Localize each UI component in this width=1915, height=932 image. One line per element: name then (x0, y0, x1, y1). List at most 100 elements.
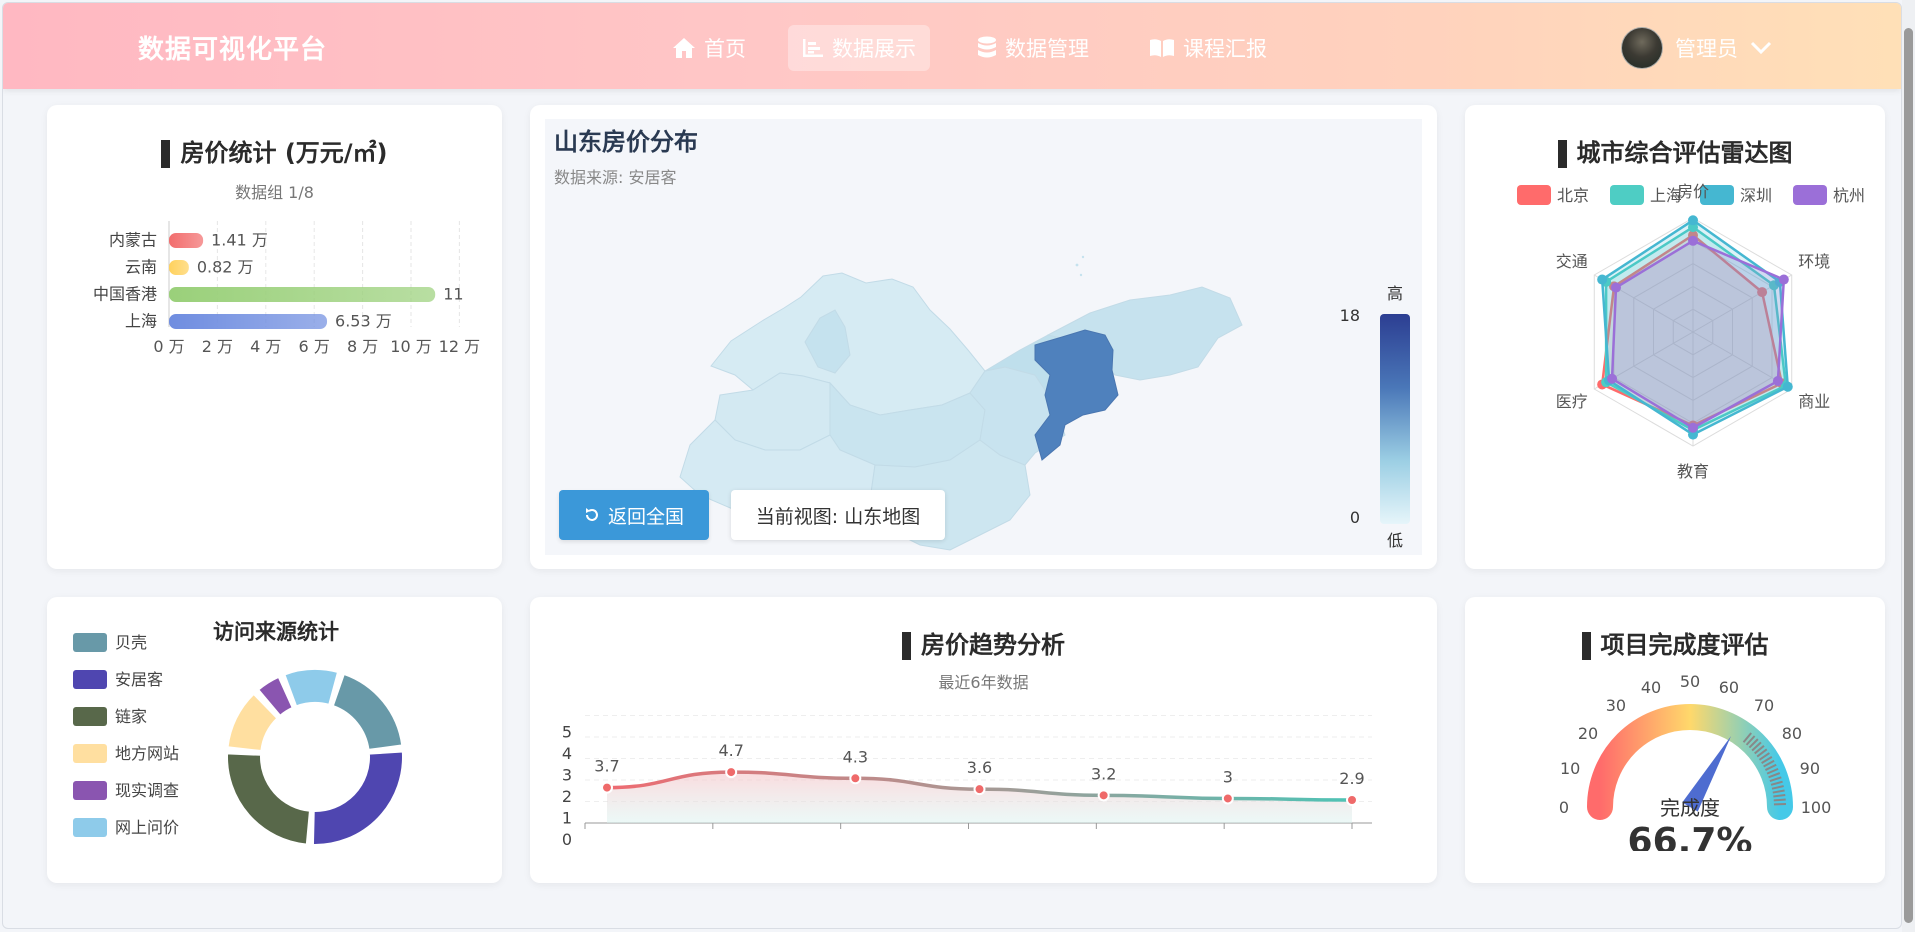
bar-category-label: 上海 (125, 312, 157, 331)
trend-value-label: 3.7 (594, 757, 619, 776)
nav-label-home: 首页 (704, 37, 746, 61)
bar-category-label: 内蒙古 (109, 231, 157, 250)
trend-value-label: 3.2 (1091, 764, 1116, 783)
visit-source-title: 访问来源统计 (213, 620, 339, 644)
pie-slice[interactable] (311, 750, 404, 846)
bar-x-tick-label: 12 万 (439, 337, 480, 356)
radar-legend-swatch[interactable] (1517, 185, 1551, 205)
trend-point[interactable] (601, 781, 613, 794)
bar-category-label: 云南 (125, 258, 157, 277)
pie-legend-swatch[interactable] (73, 744, 107, 763)
nav-item-data-manage[interactable]: 数据管理 (963, 25, 1103, 71)
pie-legend-label[interactable]: 网上问价 (115, 818, 179, 837)
bar-0[interactable] (169, 233, 204, 248)
pie-legend-label[interactable]: 地方网站 (115, 744, 179, 763)
gauge-tick-label: 90 (1800, 759, 1820, 778)
trend-point[interactable] (725, 766, 738, 779)
bar-2[interactable] (169, 287, 436, 302)
gauge-value: 66.7% (1628, 821, 1753, 851)
avatar (1621, 27, 1663, 69)
radar-point[interactable] (1610, 282, 1621, 293)
map-island-dot (1079, 273, 1083, 277)
pie-slice[interactable] (226, 752, 311, 846)
radar-point[interactable] (1688, 422, 1698, 433)
price-trend-area-chart: 0 1 2 3 4 5 3.7 4.7 4.3 3.6 3.2 3 2.9 (562, 715, 1372, 849)
trend-value-label: 4.3 (843, 747, 868, 766)
trend-y-tick-label: 5 (562, 723, 572, 742)
trend-value-label: 3.6 (967, 758, 992, 777)
radar-legend-swatch[interactable] (1793, 185, 1827, 205)
pie-legend-label[interactable]: 贝壳 (115, 633, 147, 652)
radar-indicator-label: 商业 (1798, 392, 1830, 411)
chevron-down-icon (1750, 41, 1772, 55)
app-frame: 数据可视化平台 首页 数据展示 数据管理 课程汇报 管理员 房价统计 (万元/㎡… (2, 2, 1902, 929)
bar-value-label: 6.53 万 (335, 312, 392, 331)
pie-slice[interactable] (331, 672, 404, 751)
pie-legend-swatch[interactable] (73, 781, 107, 800)
trend-value-label: 4.7 (718, 741, 743, 760)
radar-legend-swatch[interactable] (1610, 185, 1644, 205)
radar-legend-label[interactable]: 杭州 (1833, 186, 1865, 205)
pie-legend-label[interactable]: 链家 (115, 707, 147, 726)
map-legend-gradient[interactable] (1380, 314, 1410, 524)
trend-point[interactable] (1221, 792, 1234, 805)
radar-indicator-label: 环境 (1798, 252, 1830, 271)
map-legend-min: 0 (1350, 508, 1360, 527)
user-name: 管理员 (1675, 37, 1738, 61)
pie-legend-swatch[interactable] (73, 670, 107, 689)
nav-item-home[interactable]: 首页 (658, 25, 760, 71)
nav-item-course-report[interactable]: 课程汇报 (1135, 25, 1281, 71)
trend-y-tick-label: 3 (562, 766, 572, 785)
user-menu[interactable]: 管理员 (1621, 27, 1772, 69)
gauge-tick-label: 10 (1560, 759, 1580, 778)
radar-card: 城市综合评估雷达图 北京 上海 深圳 杭州 房价 环境 商业 教育 医疗 交通 (1465, 105, 1885, 569)
top-navbar: 数据可视化平台 首页 数据展示 数据管理 课程汇报 管理员 (3, 3, 1901, 89)
radar-indicator-label: 房价 (1677, 182, 1709, 201)
database-icon (978, 36, 996, 58)
radar-point[interactable] (1597, 274, 1608, 285)
map-legend-max: 18 (1340, 306, 1360, 325)
trend-point[interactable] (1097, 789, 1110, 802)
trend-point[interactable] (849, 772, 862, 785)
radar-legend-label[interactable]: 北京 (1557, 186, 1589, 205)
scrollbar-thumb[interactable] (1904, 28, 1913, 923)
radar-indicator-label: 医疗 (1556, 392, 1588, 411)
bar-value-label: 11 (443, 285, 463, 304)
radar-point[interactable] (1607, 373, 1618, 384)
map-legend-high: 高 (1387, 284, 1403, 303)
trend-card: 房价趋势分析 最近6年数据 0 1 2 3 4 5 3.7 4.7 4.3 3.6 3.2 3 2.9 (530, 597, 1437, 883)
pie-legend-label[interactable]: 安居客 (115, 670, 163, 689)
trend-point[interactable] (973, 783, 986, 796)
nav-label-course-report: 课程汇报 (1183, 37, 1267, 61)
pie-slice[interactable] (283, 668, 340, 708)
map-region-qingdao[interactable] (1034, 329, 1119, 461)
pie-legend-swatch[interactable] (73, 633, 107, 652)
visit-source-donut-chart: 访问来源统计 贝壳安居客链家地方网站现实调查网上问价 (73, 620, 404, 846)
radar-point[interactable] (1778, 274, 1789, 285)
radar-legend-label[interactable]: 深圳 (1740, 186, 1772, 205)
trend-y-tick-label: 2 (562, 787, 572, 806)
gauge-tick-label: 60 (1719, 678, 1739, 697)
map-island-dot (1081, 255, 1085, 259)
pie-legend-label[interactable]: 现实调查 (115, 781, 179, 800)
gauge-minor-tick (1773, 798, 1786, 802)
pie-legend-swatch[interactable] (73, 707, 107, 726)
brand-title: 数据可视化平台 (138, 35, 328, 65)
bar-1[interactable] (169, 260, 189, 275)
radar-indicator-label: 交通 (1556, 252, 1588, 271)
bar-value-label: 1.41 万 (211, 231, 268, 250)
gauge-tick-label: 50 (1680, 672, 1700, 691)
trend-point[interactable] (1346, 794, 1358, 806)
vertical-scrollbar[interactable] (1902, 0, 1915, 932)
pie-legend-swatch[interactable] (73, 818, 107, 837)
radar-point[interactable] (1772, 376, 1783, 387)
radar-point[interactable] (1782, 381, 1793, 392)
price-stats-card: 房价统计 (万元/㎡) 数据组 1/8 0 万2 万4 万6 万8 万 10 万1… (47, 105, 502, 569)
bar-x-tick-label: 10 万 (390, 337, 431, 356)
radar-point[interactable] (1688, 215, 1698, 226)
radar-point[interactable] (1688, 235, 1698, 246)
back-to-national-button[interactable]: 返回全国 (559, 490, 709, 540)
map-legend-low: 低 (1387, 531, 1403, 550)
nav-item-data-display[interactable]: 数据展示 (788, 25, 930, 71)
bar-3[interactable] (169, 314, 328, 329)
